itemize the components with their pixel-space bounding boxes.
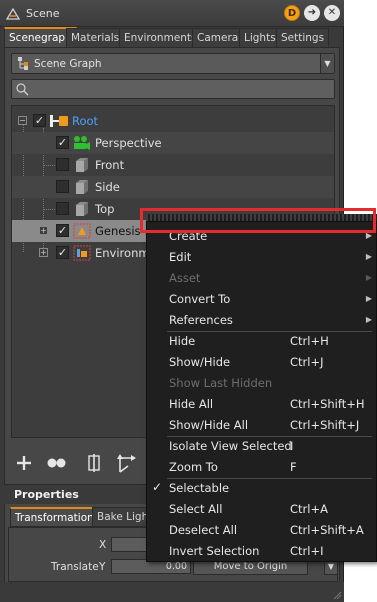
tab-materials[interactable]: Materials [66, 28, 125, 47]
transform-icon[interactable] [114, 452, 138, 474]
geometry-icon [73, 223, 91, 239]
tab-environments[interactable]: Environments [119, 28, 202, 47]
view-selector[interactable]: Scene Graph ▼ [11, 53, 335, 74]
expand-icon[interactable]: + [39, 248, 48, 257]
menu-item-convert-to[interactable]: Convert To ▶ [147, 289, 376, 310]
cube-icon [76, 202, 88, 216]
visibility-checkbox[interactable]: ✓ [33, 114, 46, 127]
tree-toolbar [4, 450, 154, 476]
y-axis-label: Y [99, 561, 106, 573]
tree-row-perspective[interactable]: ✓ Perspective [12, 132, 334, 154]
split-icon[interactable] [82, 452, 106, 474]
tab-camera[interactable]: Camera [192, 28, 244, 47]
group-icon[interactable] [44, 452, 68, 474]
menu-item-hide[interactable]: Hide Ctrl+H [147, 331, 376, 352]
tree-row-side[interactable]: Side [12, 176, 334, 198]
visibility-checkbox[interactable] [56, 180, 69, 193]
submenu-arrow-icon: ▶ [365, 315, 372, 324]
add-icon[interactable] [12, 452, 36, 474]
menu-item-isolate-view-selected[interactable]: Isolate View Selected I [147, 436, 376, 457]
visibility-checkbox[interactable]: ✓ [56, 136, 69, 149]
visibility-checkbox[interactable]: ✓ [56, 224, 69, 237]
menu-item-references[interactable]: References ▶ [147, 310, 376, 331]
tree-label: Perspective [95, 136, 162, 150]
tree-label: Side [95, 180, 120, 194]
menu-item-zoom-to[interactable]: Zoom To F [147, 457, 376, 478]
tree-label: Genesis [95, 224, 141, 238]
tab-settings[interactable]: Settings [276, 28, 330, 47]
tree-row-root[interactable]: − ✓ Root [12, 110, 334, 132]
tree-label: Top [95, 202, 115, 216]
resize-grip-icon[interactable] [332, 590, 342, 600]
menu-item-deselect-all[interactable]: Deselect All Ctrl+Shift+A [147, 520, 376, 541]
annotation-highlight-box [140, 208, 376, 233]
menu-item-edit[interactable]: Edit ▶ [147, 247, 376, 268]
submenu-arrow-icon: ▶ [365, 294, 372, 303]
arrow-right-icon[interactable]: ➜ [304, 5, 320, 21]
tree-label: Root [72, 114, 99, 128]
menu-item-hide-all[interactable]: Hide All Ctrl+Shift+H [147, 394, 376, 415]
x-axis-label: X [99, 539, 107, 551]
chevron-down-icon[interactable]: ▼ [320, 54, 334, 73]
expand-icon[interactable]: + [39, 226, 48, 235]
view-selector-value: Scene Graph [34, 58, 102, 70]
visibility-checkbox[interactable]: ✓ [56, 246, 69, 259]
menu-item-invert-selection[interactable]: Invert Selection Ctrl+I [147, 541, 376, 562]
menu-item-show-hide[interactable]: Show/Hide Ctrl+J [147, 352, 376, 373]
menu-item-select-all[interactable]: Select All Ctrl+A [147, 499, 376, 520]
perspective-camera-icon [74, 136, 90, 150]
menu-item-show-hide-all[interactable]: Show/Hide All Ctrl+Shift+J [147, 415, 376, 436]
bottom-bar [0, 582, 344, 602]
menu-item-asset: Asset ▶ [169, 271, 372, 285]
tab-lights[interactable]: Lights [239, 28, 281, 47]
menu-item-selectable[interactable]: ✓ Selectable [147, 478, 376, 499]
translate-label: Translate [51, 561, 99, 573]
close-icon[interactable]: ✕ [324, 5, 340, 21]
visibility-checkbox[interactable] [56, 202, 69, 215]
cube-icon [76, 158, 88, 172]
scene-icon [6, 7, 20, 20]
search-icon [16, 83, 29, 96]
submenu-arrow-icon: ▶ [365, 252, 372, 261]
menu-item-show-last-hidden: Show Last Hidden [169, 376, 273, 390]
submenu-arrow-icon: ▶ [365, 273, 372, 282]
cube-icon [76, 180, 88, 194]
tab-transformation[interactable]: Transformation [10, 507, 99, 527]
environment-icon [73, 245, 91, 261]
context-menu: Create ▶ Edit ▶ Asset ▶ Convert To ▶ Ref… [146, 221, 377, 562]
visibility-checkbox[interactable] [56, 158, 69, 171]
title-bar: Scene D ➜ ✕ [0, 0, 344, 27]
window-title: Scene [26, 7, 60, 20]
tree-row-front[interactable]: Front [12, 154, 334, 176]
search-input[interactable] [11, 79, 335, 99]
properties-title: Properties [14, 488, 79, 501]
d-badge-button[interactable]: D [284, 5, 300, 21]
hierarchy-icon [18, 57, 28, 70]
collapse-icon[interactable]: − [18, 116, 27, 125]
root-node-icon [50, 115, 68, 127]
tree-label: Front [95, 158, 125, 172]
checkmark-icon: ✓ [152, 480, 163, 494]
